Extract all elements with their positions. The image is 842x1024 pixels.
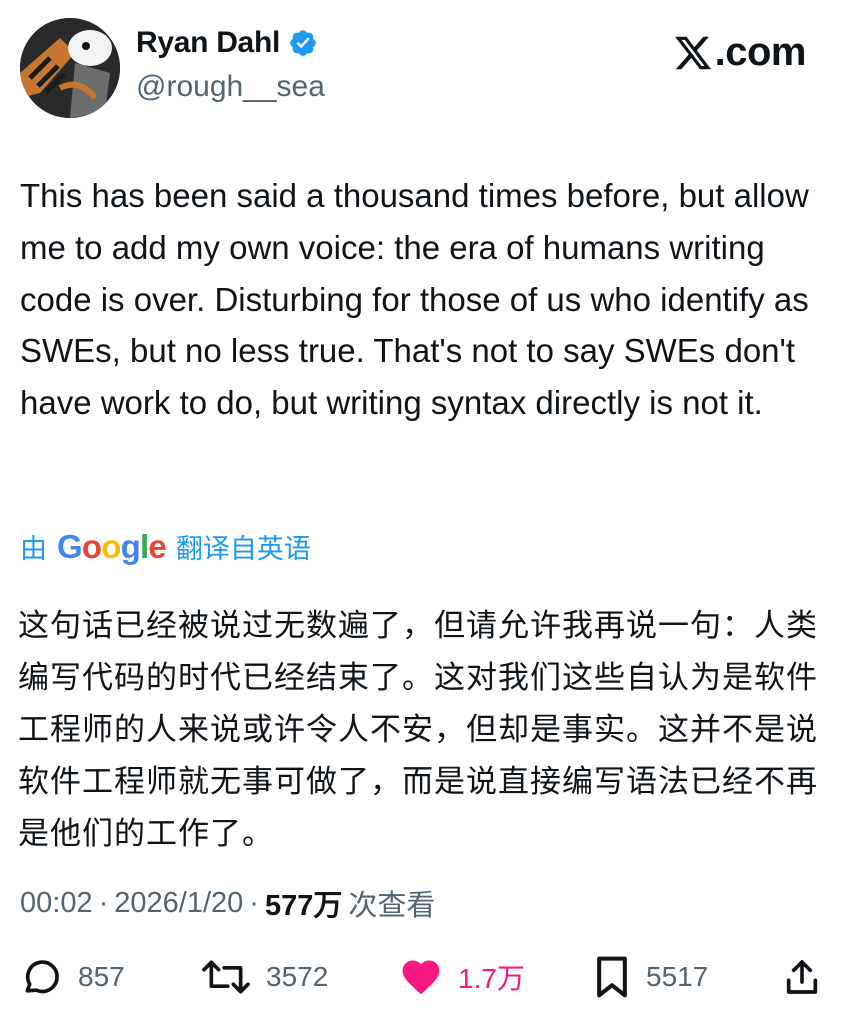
translated-text: 这句话已经被说过无数遍了，但请允许我再说一句：人类编写代码的时代已经结束了。这对… xyxy=(18,608,818,851)
tweet-meta: 00:02 · 2026/1/20 · 577万 次查看 xyxy=(20,882,435,924)
tweet-text: This has been said a thousand times befo… xyxy=(20,177,809,422)
tweet-actions: 857 3572 1.7万 5517 xyxy=(0,950,842,1010)
reply-button[interactable]: 857 xyxy=(20,950,125,1004)
bookmark-icon xyxy=(597,956,627,998)
tweet-date[interactable]: 2026/1/20 xyxy=(114,887,243,920)
reply-count: 857 xyxy=(78,961,125,992)
repost-button[interactable]: 3572 xyxy=(200,950,328,1004)
heart-icon xyxy=(402,960,440,995)
author-handle[interactable]: @rough__sea xyxy=(136,70,325,104)
bookmark-count: 5517 xyxy=(646,961,709,992)
translation-suffix[interactable]: 翻译自英语 xyxy=(176,527,311,566)
tweet-time[interactable]: 00:02 xyxy=(20,887,93,920)
x-logo-icon xyxy=(674,36,711,69)
brand-label: .com xyxy=(714,30,807,74)
views-count: 577万 xyxy=(264,890,343,922)
reply-icon xyxy=(25,960,59,994)
translation-attribution: 由 Google 翻译自英语 xyxy=(20,527,311,566)
bookmark-button[interactable]: 5517 xyxy=(592,950,708,1004)
like-button[interactable]: 1.7万 xyxy=(398,950,525,1004)
cartoon-avatar-icon xyxy=(20,18,120,118)
translation-prefix: 由 xyxy=(20,534,47,564)
brand-watermark: .com xyxy=(673,30,807,75)
like-count: 1.7万 xyxy=(458,963,525,994)
share-icon xyxy=(786,960,818,994)
share-button[interactable] xyxy=(782,950,822,1004)
tweet-header: Ryan Dahl @rough__sea .com xyxy=(0,0,842,130)
verified-badge-icon xyxy=(290,30,316,56)
google-logo: Google xyxy=(57,527,167,565)
repost-icon xyxy=(202,960,250,994)
repost-count: 3572 xyxy=(266,961,329,992)
author-name-row: Ryan Dahl xyxy=(136,26,318,60)
avatar[interactable] xyxy=(20,18,120,118)
meta-separator: · xyxy=(249,886,259,919)
meta-separator: · xyxy=(98,886,109,919)
views-label: 次查看 xyxy=(348,890,436,922)
author-display-name[interactable]: Ryan Dahl xyxy=(136,26,280,60)
